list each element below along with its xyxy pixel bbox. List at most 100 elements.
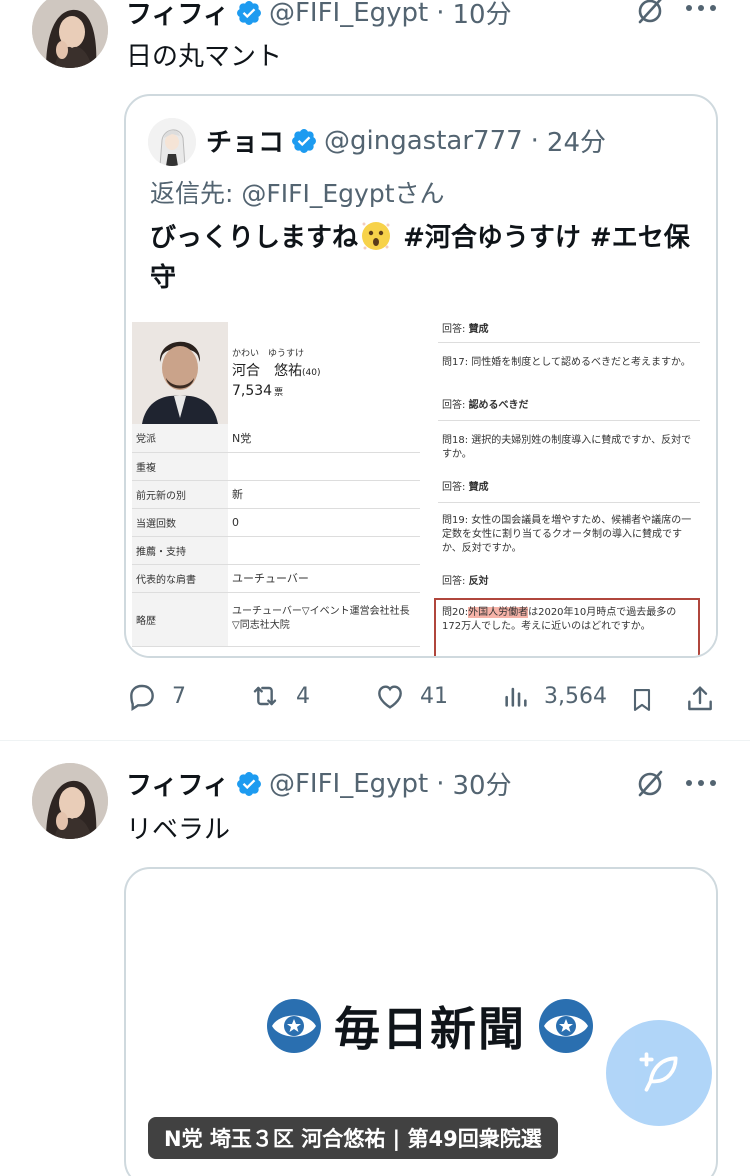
candidate-name: 河合 悠祐 xyxy=(232,363,302,379)
answer-label: 回答: xyxy=(442,400,466,411)
quoted-text: びっくりしますね #河合ゆうすけ #エセ保守 xyxy=(150,218,696,298)
quoted-author-name[interactable]: チョコ xyxy=(206,122,284,159)
quoted-tweet[interactable]: チョコ @gingastar777 · 24分 返信先: @FIFI_Egypt… xyxy=(124,94,718,658)
quoted-media-image[interactable]: かわい ゆうすけ 河合 悠祐(40) 7,534 票 党派 N党 重複 前元新の別新… xyxy=(128,320,716,656)
answer-label: 回答: xyxy=(442,576,466,587)
divider xyxy=(438,502,700,503)
views-chart-icon xyxy=(505,687,527,707)
candidate-age: (40) xyxy=(302,368,321,378)
table-key: 推薦・支持 xyxy=(132,536,228,565)
quoted-avatar[interactable] xyxy=(148,118,196,166)
compose-feather-plus-icon xyxy=(639,1052,678,1092)
question-label: 問20: xyxy=(442,607,469,618)
views-count: 3,564 xyxy=(544,683,607,709)
answer-row: 回答: 認めるべきだ xyxy=(442,396,529,411)
candidate-photo xyxy=(132,322,228,424)
divider xyxy=(438,420,700,421)
candidate-votes-unit: 票 xyxy=(274,388,284,398)
tweet-text: リベラル xyxy=(126,815,231,845)
author-name[interactable]: フィフィ xyxy=(126,0,229,31)
verified-badge-icon xyxy=(292,128,316,153)
candidate-profile: かわい ゆうすけ 河合 悠祐(40) 7,534 票 党派 N党 重複 前元新の別新… xyxy=(128,320,424,656)
answer-row: 回答: 賛成 xyxy=(442,320,489,335)
tweet-actions: 7 4 41 3,564 xyxy=(124,680,718,720)
quoted-time: 24分 xyxy=(546,128,607,158)
table-value: ユーチューバー▽イベント運営会社社長▽同志社大院 xyxy=(228,592,420,647)
answer-value: 反対 xyxy=(468,576,489,587)
verified-badge-icon xyxy=(237,0,261,25)
tweet-time[interactable]: 30分 xyxy=(453,765,512,802)
link-preview-card[interactable]: 毎日新聞 N党 埼玉３区 河合悠祐 | 第49回衆院選 xyxy=(124,867,718,1176)
reply-to-line: 返信先: @FIFI_Egyptさん xyxy=(150,174,445,210)
candidate-votes: 7,534 xyxy=(232,383,273,399)
quoted-text-a: びっくりしますね xyxy=(150,223,359,253)
heart-icon xyxy=(378,685,402,709)
bookmark-icon[interactable] xyxy=(628,684,656,716)
more-options-icon[interactable] xyxy=(684,2,718,14)
tweet-text: 日の丸マント xyxy=(126,42,283,72)
author-name[interactable]: フィフィ xyxy=(126,765,229,802)
reply-button[interactable]: 7 xyxy=(126,680,186,712)
retweet-icon xyxy=(253,686,277,706)
reply-icon xyxy=(130,684,154,712)
table-row: 重複 xyxy=(132,452,420,481)
table-row: 代表的な肩書 ユーチューバー xyxy=(132,564,420,593)
like-button[interactable]: 41 xyxy=(374,680,448,712)
avatar-image xyxy=(32,763,108,839)
share-icon[interactable] xyxy=(684,682,716,716)
more-options-icon[interactable] xyxy=(684,777,718,789)
views-button[interactable]: 3,564 xyxy=(502,680,607,712)
table-value: ユーチューバー xyxy=(228,564,420,593)
grok-icon[interactable] xyxy=(634,0,666,26)
table-key: 代表的な肩書 xyxy=(132,564,228,593)
like-count: 41 xyxy=(420,683,448,709)
tweet-header: フィフィ @FIFI_Egypt · 30分 xyxy=(126,765,512,802)
reply-prefix: 返信先: xyxy=(150,179,242,208)
table-row: 推薦・支持 xyxy=(132,536,420,565)
question-18: 問18: 選択的夫婦別姓の制度導入に賛成ですか、反対ですか。 xyxy=(442,435,692,460)
divider xyxy=(438,342,700,343)
table-key: 前元新の別 xyxy=(132,480,228,509)
survey-answers: 回答: 賛成 問17: 同性婚を制度として認めるべきだと考えますか。 回答: 認… xyxy=(434,320,704,656)
question-19: 問19: 女性の国会議員を増やすため、候補者や議席の一定数を女性に割り当てるクオ… xyxy=(442,515,692,554)
author-handle[interactable]: @FIFI_Egypt xyxy=(269,769,428,799)
table-value: 新 xyxy=(228,480,420,509)
table-key: 当選回数 xyxy=(132,508,228,537)
avatar[interactable] xyxy=(32,763,108,839)
tweet-1[interactable]: フィフィ @FIFI_Egypt · 10分 日の丸マント チョコ @ginga… xyxy=(0,0,750,740)
table-value xyxy=(228,536,420,565)
candidate-furigana: かわい ゆうすけ xyxy=(232,349,305,359)
quoted-author-handle: @gingastar777 xyxy=(324,125,523,156)
tweet-header: フィフィ @FIFI_Egypt · 10分 xyxy=(126,0,512,31)
compose-button[interactable] xyxy=(606,1020,712,1126)
table-key: 略歴 xyxy=(132,592,228,647)
answer-value: 認めるべきだ xyxy=(468,400,529,411)
mainichi-logo: 毎日新聞 xyxy=(266,993,594,1059)
table-key: 重複 xyxy=(132,452,228,481)
quoted-header: チョコ @gingastar777 · 24分 xyxy=(206,122,606,159)
mainichi-emblem-icon xyxy=(267,999,321,1053)
retweet-button[interactable]: 4 xyxy=(248,680,310,712)
answer-row: 回答: 反対 xyxy=(442,572,489,587)
candidate-info-table: 党派 N党 重複 前元新の別新 当選回数 0 推薦・支持 代表的な肩書 ユーチューバー… xyxy=(132,424,420,647)
highlighted-question-20: 問20:外国人労働者は2020年10月時点で過去最多の172万人でした。考えに近… xyxy=(434,598,700,656)
reply-count: 7 xyxy=(172,683,186,709)
table-key: 党派 xyxy=(132,424,228,453)
table-row: 前元新の別新 xyxy=(132,480,420,509)
avatar[interactable] xyxy=(32,0,108,68)
reply-suffix: さん xyxy=(394,179,445,208)
avatar-image xyxy=(32,0,108,68)
author-handle[interactable]: @FIFI_Egypt xyxy=(269,0,428,28)
reply-handle-link[interactable]: @FIFI_Egypt xyxy=(241,179,394,208)
highlighted-term: 外国人労働者 xyxy=(468,607,529,618)
candidate-votes-row: 7,534 票 xyxy=(232,380,283,399)
table-value: N党 xyxy=(228,424,420,453)
verified-badge-icon xyxy=(237,771,261,796)
tweet-time[interactable]: 10分 xyxy=(453,0,512,31)
grok-icon[interactable] xyxy=(634,767,666,799)
quoted-avatar-image xyxy=(148,118,196,166)
question-17: 問17: 同性婚を制度として認めるべきだと考えますか。 xyxy=(442,357,691,368)
table-value: 0 xyxy=(228,508,420,537)
answer-label: 回答: xyxy=(442,482,466,493)
table-row: 党派 N党 xyxy=(132,424,420,453)
